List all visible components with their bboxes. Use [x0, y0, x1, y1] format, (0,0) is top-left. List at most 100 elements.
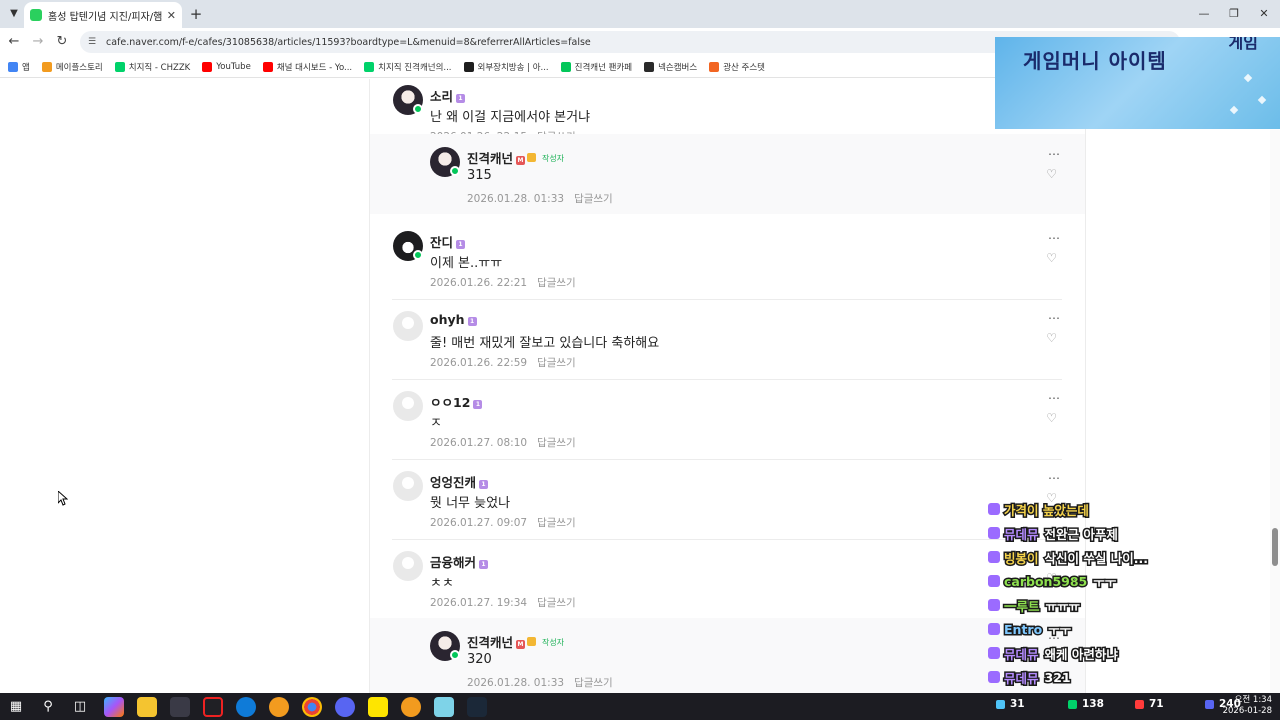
- reply-button[interactable]: 답글쓰기: [537, 357, 576, 369]
- bookmark-label: 넥슨캠버스: [658, 62, 698, 73]
- bookmark-favicon-icon: [114, 61, 125, 72]
- steam-icon[interactable]: [467, 697, 487, 717]
- member-level-badge-icon: 1: [473, 400, 483, 409]
- bookmark-label: 채널 대시보드 - Yo...: [276, 62, 353, 73]
- writer-label: 작성자: [542, 638, 565, 647]
- search-icon[interactable]: ⚲: [38, 697, 58, 717]
- comment-nickname[interactable]: 소리 1: [430, 86, 466, 105]
- store-icon[interactable]: [170, 697, 190, 717]
- like-heart-icon[interactable]: ♡: [1046, 167, 1057, 181]
- windows-taskbar: ▦ ⚲ ◫ 31 138 71 240 오전 1:34 2026-01-28: [0, 693, 1280, 720]
- chat-badge-icon: [988, 623, 1000, 635]
- bookmark-item[interactable]: YouTube: [202, 61, 251, 72]
- chat-username: Entro: [1002, 620, 1043, 638]
- avatar[interactable]: [393, 471, 423, 501]
- bookmark-item[interactable]: 진격캐넌 팬카페: [560, 61, 632, 73]
- like-heart-icon[interactable]: ♡: [1046, 251, 1057, 265]
- avatar[interactable]: [393, 391, 423, 421]
- clock-date: 2026-01-28: [1222, 706, 1272, 716]
- comment-nickname[interactable]: 진격캐넌 M 작성자: [467, 632, 564, 651]
- banner-top-text: 게임: [1228, 37, 1258, 52]
- more-options-icon[interactable]: ⋯: [1048, 311, 1061, 325]
- system-clock[interactable]: 오전 1:34 2026-01-28: [1223, 695, 1272, 717]
- chat-username: 빙봉이: [1003, 549, 1040, 567]
- platform-icon: [1068, 699, 1077, 709]
- online-status-icon: [413, 250, 423, 260]
- bookmark-item[interactable]: 메이플스토리: [41, 61, 103, 73]
- comment-item: 금융해커 1 ㅊㅊ 2026.01.27. 19:34 답글쓰기 ⋯ ♡: [370, 539, 1085, 618]
- page-scrollbar[interactable]: [1270, 130, 1280, 693]
- reply-button[interactable]: 답글쓰기: [537, 277, 576, 289]
- chat-badge-icon: [988, 503, 1000, 515]
- minimize-button[interactable]: —: [1194, 4, 1214, 24]
- bookmark-item[interactable]: 치지직 진격캐넌의...: [364, 61, 452, 73]
- nickname-text: 진격캐넌: [467, 635, 514, 650]
- task-view-icon[interactable]: ◫: [70, 697, 90, 717]
- more-options-icon[interactable]: ⋯: [1048, 147, 1061, 161]
- reply-button[interactable]: 답글쓰기: [537, 597, 576, 609]
- comment-nickname[interactable]: 잔디 1: [430, 232, 466, 251]
- maplestory-icon[interactable]: [269, 697, 289, 717]
- chat-badge-icon: [988, 599, 1000, 611]
- more-options-icon[interactable]: ⋯: [1048, 391, 1061, 405]
- chat-text: 전완근 아푸제: [1043, 525, 1119, 543]
- like-heart-icon[interactable]: ♡: [1046, 331, 1057, 345]
- file-explorer-icon[interactable]: [137, 697, 157, 717]
- tab-close-icon[interactable]: ✕: [167, 9, 176, 22]
- kakaotalk-icon[interactable]: [368, 697, 388, 717]
- reply-button[interactable]: 답글쓰기: [537, 517, 576, 529]
- windows-start-icon[interactable]: ▦: [6, 697, 26, 717]
- scrollbar-thumb[interactable]: [1272, 528, 1278, 566]
- bookmark-label: 치지직 - CHZZK: [128, 62, 191, 73]
- restore-button[interactable]: ❐: [1224, 4, 1244, 24]
- reply-button[interactable]: 답글쓰기: [574, 193, 613, 205]
- maple-launcher-icon[interactable]: [401, 697, 421, 717]
- avatar[interactable]: [393, 311, 423, 341]
- bookmark-item[interactable]: 광산 주스텟: [709, 61, 765, 73]
- comment-item: 엉엉진캐 1 뭣 너무 늦었나 2026.01.27. 09:07 답글쓰기 ⋯ ♡: [370, 459, 1085, 539]
- chrome-icon[interactable]: [302, 697, 322, 717]
- comment-nickname[interactable]: 엉엉진캐 1: [430, 472, 489, 491]
- more-options-icon[interactable]: ⋯: [1048, 231, 1061, 245]
- obs-icon[interactable]: [203, 697, 223, 717]
- bookmark-item[interactable]: 외부장치방송 | 아...: [463, 61, 549, 73]
- tab-search-button[interactable]: ▼: [4, 4, 24, 24]
- mouse-cursor-icon: [58, 491, 68, 506]
- copilot-icon[interactable]: [104, 697, 124, 717]
- active-tab[interactable]: 홈성 탑텐기념 지진/피자/햄버 ✕: [24, 2, 182, 28]
- reply-button[interactable]: 답글쓰기: [537, 437, 576, 449]
- bookmark-item[interactable]: 채널 대시보드 - Yo...: [262, 61, 353, 73]
- chat-username: 가격이 높았는데: [1003, 501, 1091, 519]
- bookmark-item[interactable]: 치지직 - CHZZK: [114, 61, 191, 73]
- site-info-icon[interactable]: ☰: [88, 36, 100, 48]
- forward-arrow-icon[interactable]: →: [28, 32, 48, 52]
- nickname-text: 소리: [430, 89, 454, 104]
- reload-icon[interactable]: ↻: [52, 32, 72, 52]
- comment-nickname[interactable]: ㅇㅇ12 1: [430, 392, 483, 411]
- platform-icon: [1205, 699, 1214, 709]
- comment-nickname[interactable]: ohyh 1: [430, 312, 477, 327]
- comment-text: 난 왜 이걸 지금에서야 본거냐: [430, 110, 591, 125]
- chat-message: 빙봉이 삭신이 쑤실 나이...: [988, 547, 1149, 567]
- edge-icon[interactable]: [236, 697, 256, 717]
- notepad-icon[interactable]: [434, 697, 454, 717]
- new-tab-button[interactable]: +: [186, 4, 206, 24]
- comment-item: 잔디 1 이제 본..ㅠㅠ 2026.01.26. 22:21 답글쓰기 ⋯ ♡: [370, 219, 1085, 299]
- chat-message: 가격이 높았는데: [988, 499, 1095, 519]
- chat-message: 一루트 ㅠㅠㅠ: [988, 595, 1082, 615]
- viewer-count: 71: [1135, 698, 1164, 710]
- close-window-button[interactable]: ✕: [1254, 4, 1274, 24]
- avatar[interactable]: [393, 551, 423, 581]
- more-options-icon[interactable]: ⋯: [1048, 471, 1061, 485]
- bookmark-item[interactable]: 넥슨캠버스: [644, 61, 697, 73]
- comment-nickname[interactable]: 금융해커 1: [430, 552, 489, 571]
- reply-button[interactable]: 답글쓰기: [574, 677, 613, 689]
- chat-badge-icon: [988, 551, 1000, 563]
- bookmark-item[interactable]: 앱: [8, 61, 30, 73]
- comment-text: 315: [467, 168, 492, 183]
- back-arrow-icon[interactable]: ←: [4, 32, 24, 52]
- comment-meta: 2026.01.27. 09:07 답글쓰기: [430, 515, 576, 530]
- discord-icon[interactable]: [335, 697, 355, 717]
- comment-nickname[interactable]: 진격캐넌 M 작성자: [467, 148, 564, 167]
- like-heart-icon[interactable]: ♡: [1046, 411, 1057, 425]
